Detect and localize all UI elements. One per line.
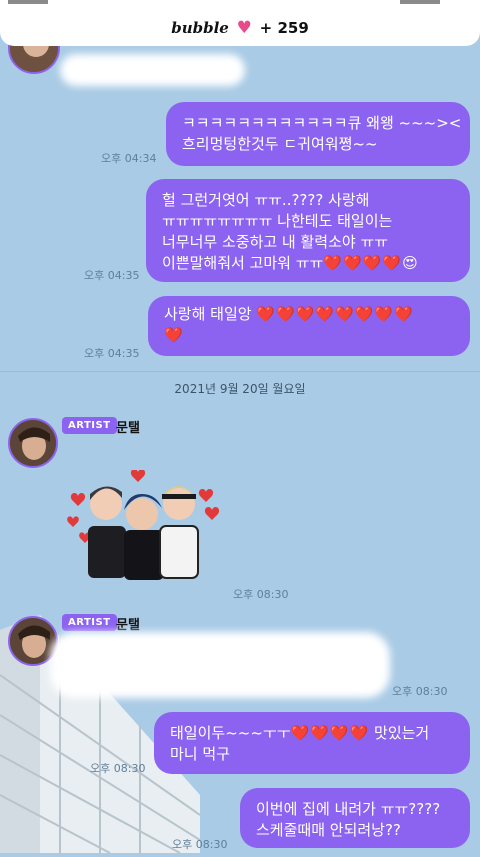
message-line: 사랑해 태일앙 [164, 305, 252, 323]
date-separator: 2021년 9월 20일 월요일 [174, 382, 306, 396]
artist-badge: ARTIST [62, 417, 117, 434]
sticker-image[interactable] [60, 469, 225, 580]
message-timestamp: 오후 08:30 [172, 838, 228, 851]
message-line: ㅠㅠㅠㅠㅠㅠㅠㅠ 나한테도 태일이는 [162, 212, 393, 230]
message-line: ㅋㅋㅋㅋㅋㅋㅋㅋㅋㅋㅋㅋ큐 왜왱 ~~~>< [182, 114, 462, 132]
message-line: 스케줄때매 안되려낭?? [256, 821, 401, 839]
chat-message-bubble[interactable]: ㅋㅋㅋㅋㅋㅋㅋㅋㅋㅋㅋㅋ큐 왜왱 ~~~>< 흐리멍텅한것두 ㄷ귀여워쪙~~ [166, 102, 470, 166]
divider [0, 371, 480, 372]
subscriber-count: + 259 [259, 19, 309, 37]
chat-message-bubble[interactable]: 이번에 집에 내려가 ㅠㅠ???? 스케줄때매 안되려낭?? [240, 788, 470, 848]
artist-name: 문탤 [116, 618, 140, 633]
message-timestamp: 오후 04:35 [84, 347, 140, 360]
message-line: 너무너무 소중하고 내 활력소야 ㅠㅠ [162, 233, 389, 251]
message-timestamp: 오후 08:30 [90, 762, 146, 775]
message-timestamp: 오후 08:30 [392, 685, 448, 698]
message-line: 흐리멍텅한것두 ㄷ귀여워쪙~~ [182, 135, 378, 153]
bubble-brand: bubble ♥ + 259 [0, 18, 480, 38]
artist-badge: ARTIST [62, 614, 117, 631]
heart-emojis: ❤️❤️❤️❤️ [323, 254, 403, 272]
message-line: 이번에 집에 내려가 ㅠㅠ???? [256, 800, 441, 818]
heart-eyes-emoji: 😍 [402, 254, 418, 272]
artist-avatar[interactable] [8, 418, 58, 468]
message-line: 헐 그런거엿어 ㅠㅠ..???? 사랑해 [162, 191, 370, 209]
chat-message-bubble[interactable]: 헐 그런거엿어 ㅠㅠ..???? 사랑해 ㅠㅠㅠㅠㅠㅠㅠㅠ 나한테도 태일이는 … [146, 179, 470, 282]
artist-name: 문탤 [116, 421, 140, 436]
heart-emojis: ❤️ [164, 326, 184, 344]
heart-emojis: ❤️❤️❤️❤️ [290, 724, 370, 742]
message-line: 맛있는거 [374, 724, 430, 742]
heart-emojis: ❤️❤️❤️❤️❤️❤️❤️❤️ [256, 305, 414, 323]
chat-message-bubble[interactable]: 사랑해 태일앙 ❤️❤️❤️❤️❤️❤️❤️❤️ ❤️ [148, 296, 470, 356]
message-timestamp: 오후 04:34 [101, 152, 157, 165]
blurred-message [60, 54, 245, 86]
chat-message-bubble[interactable]: 태일이두~~~ㅜㅜ❤️❤️❤️❤️ 맛있는거 마니 먹구 [154, 712, 470, 774]
message-timestamp: 오후 04:35 [84, 269, 140, 282]
message-line: 태일이두~~~ㅜㅜ [170, 724, 291, 742]
top-edge-line-right [400, 0, 440, 4]
message-line: 이쁜말해줘서 고마워 ㅠㅠ [162, 254, 324, 272]
heart-icon: ♥ [236, 18, 252, 38]
brand-name: bubble [171, 19, 229, 37]
blurred-message [50, 632, 390, 698]
top-edge-line [8, 0, 48, 4]
message-timestamp: 오후 08:30 [233, 588, 289, 601]
message-line: 마니 먹구 [170, 745, 230, 763]
